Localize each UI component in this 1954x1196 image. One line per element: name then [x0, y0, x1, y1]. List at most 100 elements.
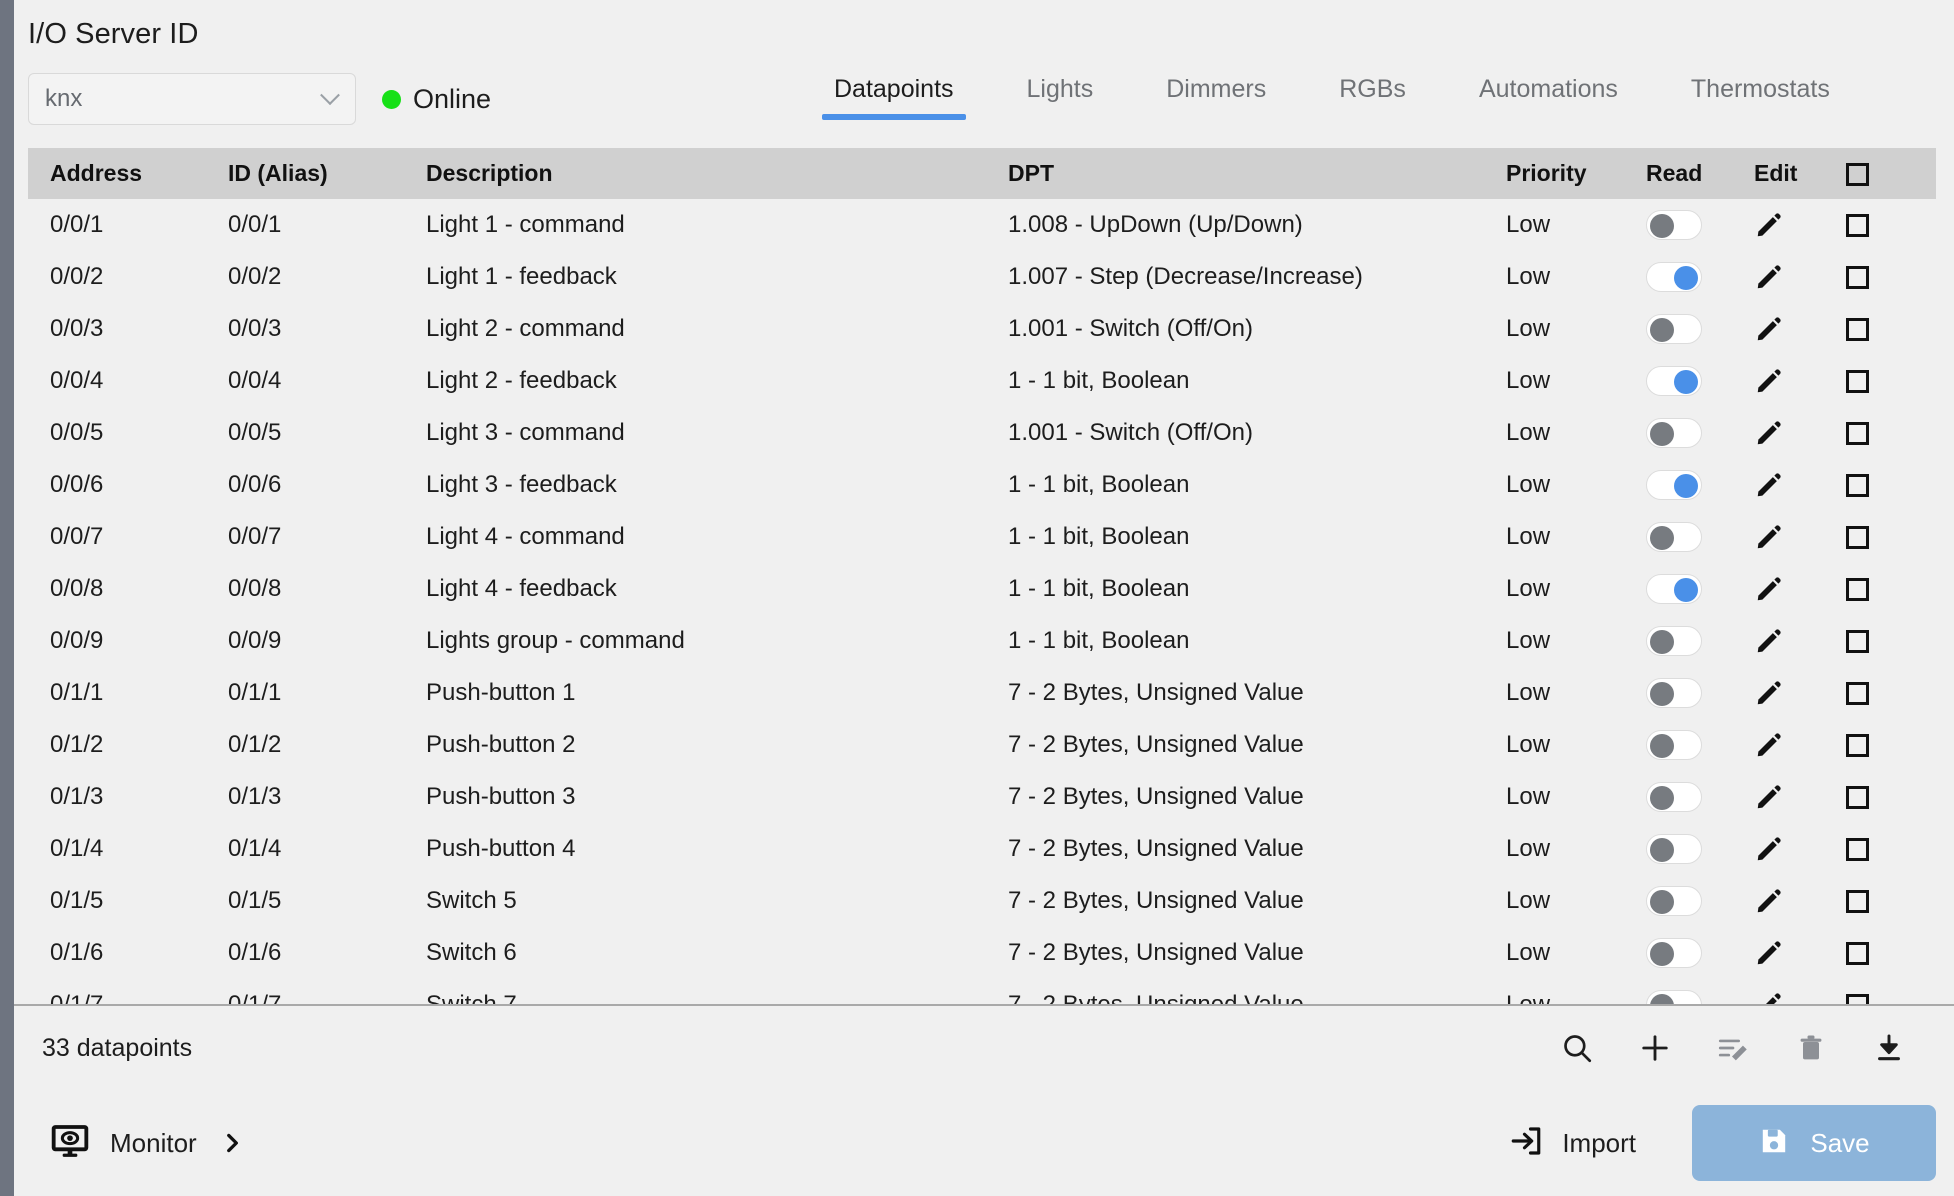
edit-icon[interactable]: [1754, 210, 1784, 237]
edit-icon[interactable]: [1754, 522, 1784, 549]
table-row[interactable]: 0/0/1 0/0/1 Light 1 - command 1.008 - UpDow…: [28, 199, 1936, 251]
col-header-description[interactable]: Description: [426, 148, 1008, 199]
cell-address: 0/0/5: [28, 407, 228, 459]
row-checkbox[interactable]: [1846, 422, 1869, 446]
row-checkbox[interactable]: [1846, 526, 1869, 550]
row-checkbox[interactable]: [1846, 682, 1869, 706]
table-row[interactable]: 0/1/70/1/7Switch 77 - 2 Bytes, Unsigned …: [28, 979, 1936, 1004]
table-row[interactable]: 0/0/6 0/0/6 Light 3 - feedback 1 - 1 bit, B…: [28, 459, 1936, 511]
table-row[interactable]: 0/0/8 0/0/8 Light 4 - feedback 1 - 1 bit, B…: [28, 563, 1936, 615]
row-checkbox[interactable]: [1846, 474, 1869, 498]
table-row[interactable]: 0/1/5 0/1/5 Switch 57 - 2 Bytes, Unsigned …: [28, 875, 1936, 927]
col-header-id-alias[interactable]: ID (Alias): [228, 148, 426, 199]
read-toggle[interactable]: [1646, 314, 1702, 344]
table-row[interactable]: 0/1/4 0/1/4 Push-button 47 - 2 Bytes, Unsi…: [28, 823, 1936, 875]
read-toggle[interactable]: [1646, 626, 1702, 656]
datapoints-table-container[interactable]: Address ID (Alias) Description DPT Prior…: [14, 148, 1954, 1004]
row-checkbox[interactable]: [1846, 786, 1869, 810]
tab-automations[interactable]: Automations: [1479, 75, 1618, 120]
table-row[interactable]: 0/0/5 0/0/5 Light 3 - command 1.001 - Switc…: [28, 407, 1936, 459]
read-toggle[interactable]: [1646, 938, 1702, 968]
read-toggle[interactable]: [1646, 366, 1702, 396]
edit-icon[interactable]: [1754, 782, 1784, 809]
tab-lights[interactable]: Lights: [1027, 75, 1094, 120]
tab-thermostats[interactable]: Thermostats: [1691, 75, 1830, 120]
col-header-edit[interactable]: Edit: [1754, 148, 1846, 199]
read-toggle[interactable]: [1646, 678, 1702, 708]
edit-icon[interactable]: [1754, 470, 1784, 497]
table-row[interactable]: 0/1/2 0/1/2 Push-button 27 - 2 Bytes, Unsi…: [28, 719, 1936, 771]
table-row[interactable]: 0/0/2 0/0/2 Light 1 - feedback 1.007 - Step…: [28, 251, 1936, 303]
select-all-checkbox[interactable]: [1846, 163, 1869, 187]
table-row[interactable]: 0/1/3 0/1/3 Push-button 37 - 2 Bytes, Unsi…: [28, 771, 1936, 823]
edit-list-icon[interactable]: [1694, 1018, 1772, 1078]
col-header-address[interactable]: Address: [28, 148, 228, 199]
row-checkbox[interactable]: [1846, 578, 1869, 602]
tab-datapoints[interactable]: Datapoints: [822, 75, 966, 120]
edit-icon[interactable]: [1754, 678, 1784, 705]
read-toggle[interactable]: [1646, 730, 1702, 760]
col-header-read[interactable]: Read: [1646, 148, 1754, 199]
server-select[interactable]: knx: [28, 73, 356, 125]
cell-address: 0/1/7: [28, 979, 228, 1004]
table-row[interactable]: 0/1/1 0/1/1 Push-button 17 - 2 Bytes, Unsi…: [28, 667, 1936, 719]
table-row[interactable]: 0/0/9 0/0/9 Lights group - command 1 - 1 bi…: [28, 615, 1936, 667]
edit-icon[interactable]: [1754, 938, 1784, 965]
read-toggle[interactable]: [1646, 782, 1702, 812]
edit-icon[interactable]: [1754, 886, 1784, 913]
search-icon[interactable]: [1538, 1018, 1616, 1078]
table-row[interactable]: 0/0/3 0/0/3 Light 2 - command 1.001 - Switc…: [28, 303, 1936, 355]
table-header-row: Address ID (Alias) Description DPT Prior…: [28, 148, 1936, 199]
read-toggle[interactable]: [1646, 470, 1702, 500]
read-toggle[interactable]: [1646, 522, 1702, 552]
table-row[interactable]: 0/0/4 0/0/4 Light 2 - feedback 1 - 1 bit, B…: [28, 355, 1936, 407]
cell-read: [1646, 979, 1754, 1004]
tab-dimmers[interactable]: Dimmers: [1166, 75, 1266, 120]
cell-read: [1646, 771, 1754, 823]
cell-id-alias: 0/1/7: [228, 979, 426, 1004]
cell-read: [1646, 927, 1754, 979]
row-checkbox[interactable]: [1846, 994, 1869, 1004]
monitor-button[interactable]: Monitor: [50, 1121, 245, 1166]
row-checkbox[interactable]: [1846, 734, 1869, 758]
cell-read: [1646, 459, 1754, 511]
col-header-dpt[interactable]: DPT: [1008, 148, 1506, 199]
cell-priority: Low: [1506, 199, 1646, 251]
tab-rgbs[interactable]: RGBs: [1339, 75, 1406, 120]
edit-icon[interactable]: [1754, 418, 1784, 445]
edit-icon[interactable]: [1754, 626, 1784, 653]
row-checkbox[interactable]: [1846, 318, 1869, 342]
edit-icon[interactable]: [1754, 990, 1784, 1004]
import-button[interactable]: Import: [1508, 1123, 1636, 1164]
edit-icon[interactable]: [1754, 314, 1784, 341]
read-toggle[interactable]: [1646, 262, 1702, 292]
delete-icon[interactable]: [1772, 1018, 1850, 1078]
read-toggle[interactable]: [1646, 418, 1702, 448]
row-checkbox[interactable]: [1846, 838, 1869, 862]
read-toggle[interactable]: [1646, 210, 1702, 240]
toggle-knob: [1674, 578, 1698, 602]
col-header-priority[interactable]: Priority: [1506, 148, 1646, 199]
table-row[interactable]: 0/0/7 0/0/7 Light 4 - command 1 - 1 bit, Bo…: [28, 511, 1936, 563]
download-icon[interactable]: [1850, 1018, 1928, 1078]
table-row[interactable]: 0/1/6 0/1/6 Switch 67 - 2 Bytes, Unsigned …: [28, 927, 1936, 979]
add-icon[interactable]: [1616, 1018, 1694, 1078]
row-checkbox[interactable]: [1846, 630, 1869, 654]
row-checkbox[interactable]: [1846, 266, 1869, 290]
read-toggle[interactable]: [1646, 990, 1702, 1004]
row-checkbox[interactable]: [1846, 214, 1869, 238]
edit-icon[interactable]: [1754, 366, 1784, 393]
read-toggle[interactable]: [1646, 834, 1702, 864]
edit-icon[interactable]: [1754, 834, 1784, 861]
edit-icon[interactable]: [1754, 262, 1784, 289]
read-toggle[interactable]: [1646, 574, 1702, 604]
read-toggle[interactable]: [1646, 886, 1702, 916]
edit-icon[interactable]: [1754, 574, 1784, 601]
row-checkbox[interactable]: [1846, 370, 1869, 394]
content-area: I/O Server ID knx Online Datapoints Ligh…: [14, 0, 1954, 1196]
cell-address: 0/1/6: [28, 927, 228, 979]
save-button[interactable]: Save: [1692, 1105, 1936, 1181]
edit-icon[interactable]: [1754, 730, 1784, 757]
row-checkbox[interactable]: [1846, 890, 1869, 914]
row-checkbox[interactable]: [1846, 942, 1869, 966]
